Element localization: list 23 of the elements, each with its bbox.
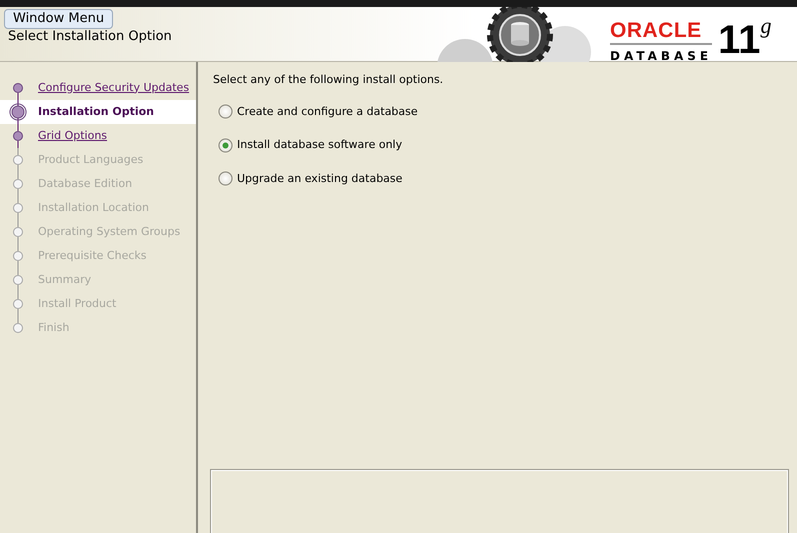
step-label: Installation Option xyxy=(38,104,154,120)
step-label: Prerequisite Checks xyxy=(38,248,146,264)
brand-logo: ORACLE xyxy=(610,20,703,41)
instruction-text: Select any of the following install options. xyxy=(213,72,444,88)
step-label: Installation Location xyxy=(38,200,149,216)
radio-button[interactable] xyxy=(218,104,233,120)
option-label[interactable]: Create and configure a database xyxy=(237,104,418,120)
version-label: 11$^{g}$ xyxy=(718,20,772,60)
radio-button[interactable] xyxy=(218,171,233,186)
product-name: DATABASE xyxy=(610,43,712,65)
page-title: Select Installation Option xyxy=(8,29,172,45)
step-label[interactable]: Configure Security Updates xyxy=(38,80,190,96)
step-label: Operating System Groups xyxy=(38,224,180,240)
step-label: Summary xyxy=(38,272,92,288)
radio-button[interactable] xyxy=(218,138,233,153)
step-label: Product Languages xyxy=(38,152,144,168)
tooltip: Window Menu xyxy=(4,9,114,29)
step-label[interactable]: Grid Options xyxy=(38,128,108,144)
option-label[interactable]: Install database software only xyxy=(237,137,402,154)
step-label: Install Product xyxy=(38,296,116,312)
step-label: Database Edition xyxy=(38,176,132,192)
step-label: Finish xyxy=(38,320,70,336)
option-label[interactable]: Upgrade an existing database xyxy=(237,170,402,187)
